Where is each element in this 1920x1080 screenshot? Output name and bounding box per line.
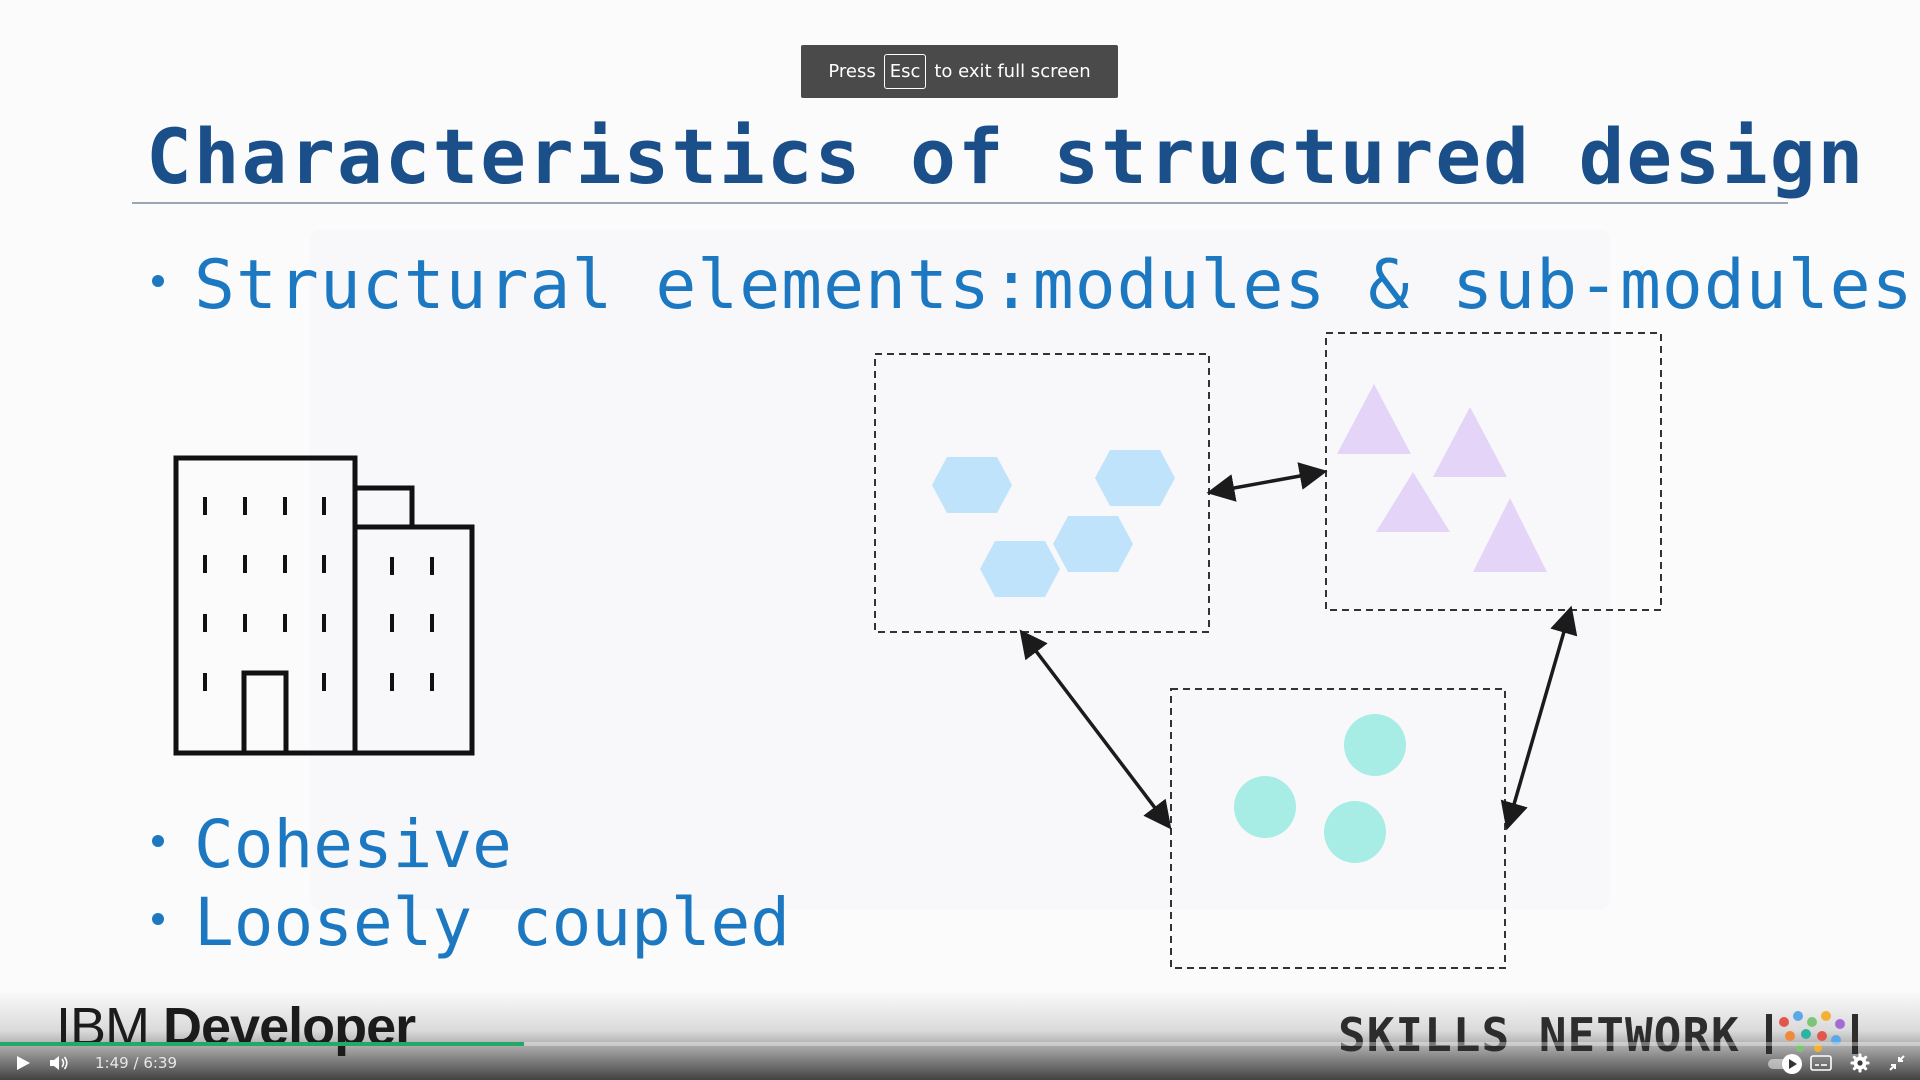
hexagon-group [932, 450, 1175, 597]
circle-icon [1234, 776, 1296, 838]
arrow-hex-tri [1206, 462, 1328, 502]
hexagon-icon [980, 541, 1060, 597]
fullscreen-notice-suffix: to exit full screen [934, 61, 1091, 82]
hexagon-icon [932, 457, 1012, 513]
modules-diagram [173, 332, 1662, 969]
fullscreen-notice-prefix: Press [828, 61, 876, 82]
triangle-icon [1376, 472, 1450, 532]
triangle-icon [1473, 498, 1547, 572]
fullscreen-notice: Press Esc to exit full screen [801, 45, 1118, 98]
arrow-hex-circle [1019, 629, 1172, 830]
player-controls: 1:49 / 6:39 [0, 1046, 1920, 1080]
circle-icon [1324, 801, 1386, 863]
volume-button[interactable] [49, 1054, 71, 1072]
triangle-icon [1433, 407, 1507, 477]
hexagon-icon [1053, 516, 1133, 572]
autoplay-toggle-icon [1768, 1054, 1802, 1074]
exit-fullscreen-button[interactable] [1888, 1054, 1906, 1072]
circle-icon [1344, 714, 1406, 776]
settings-button[interactable] [1850, 1053, 1870, 1073]
autoplay-toggle[interactable] [1768, 1053, 1804, 1075]
play-button[interactable] [14, 1054, 32, 1072]
esc-key-badge: Esc [883, 54, 927, 89]
duration: 6:39 [143, 1054, 177, 1072]
current-time: 1:49 [95, 1054, 129, 1072]
volume-icon [50, 1056, 68, 1070]
time-separator: / [133, 1054, 139, 1072]
captions-icon [1810, 1055, 1832, 1071]
triangle-group [1337, 384, 1547, 572]
hexagon-icon [1095, 450, 1175, 506]
exit-fullscreen-icon [1889, 1055, 1905, 1071]
arrow-tri-circle [1500, 605, 1578, 831]
play-icon [17, 1056, 30, 1070]
circle-group [1234, 714, 1406, 863]
time-display: 1:49 / 6:39 [95, 1054, 177, 1072]
gear-icon [1850, 1053, 1870, 1073]
building-icon [173, 455, 475, 756]
slide: Characteristics of structured design Str… [0, 0, 1920, 1080]
captions-button[interactable] [1810, 1055, 1832, 1071]
triangle-icon [1337, 384, 1411, 454]
